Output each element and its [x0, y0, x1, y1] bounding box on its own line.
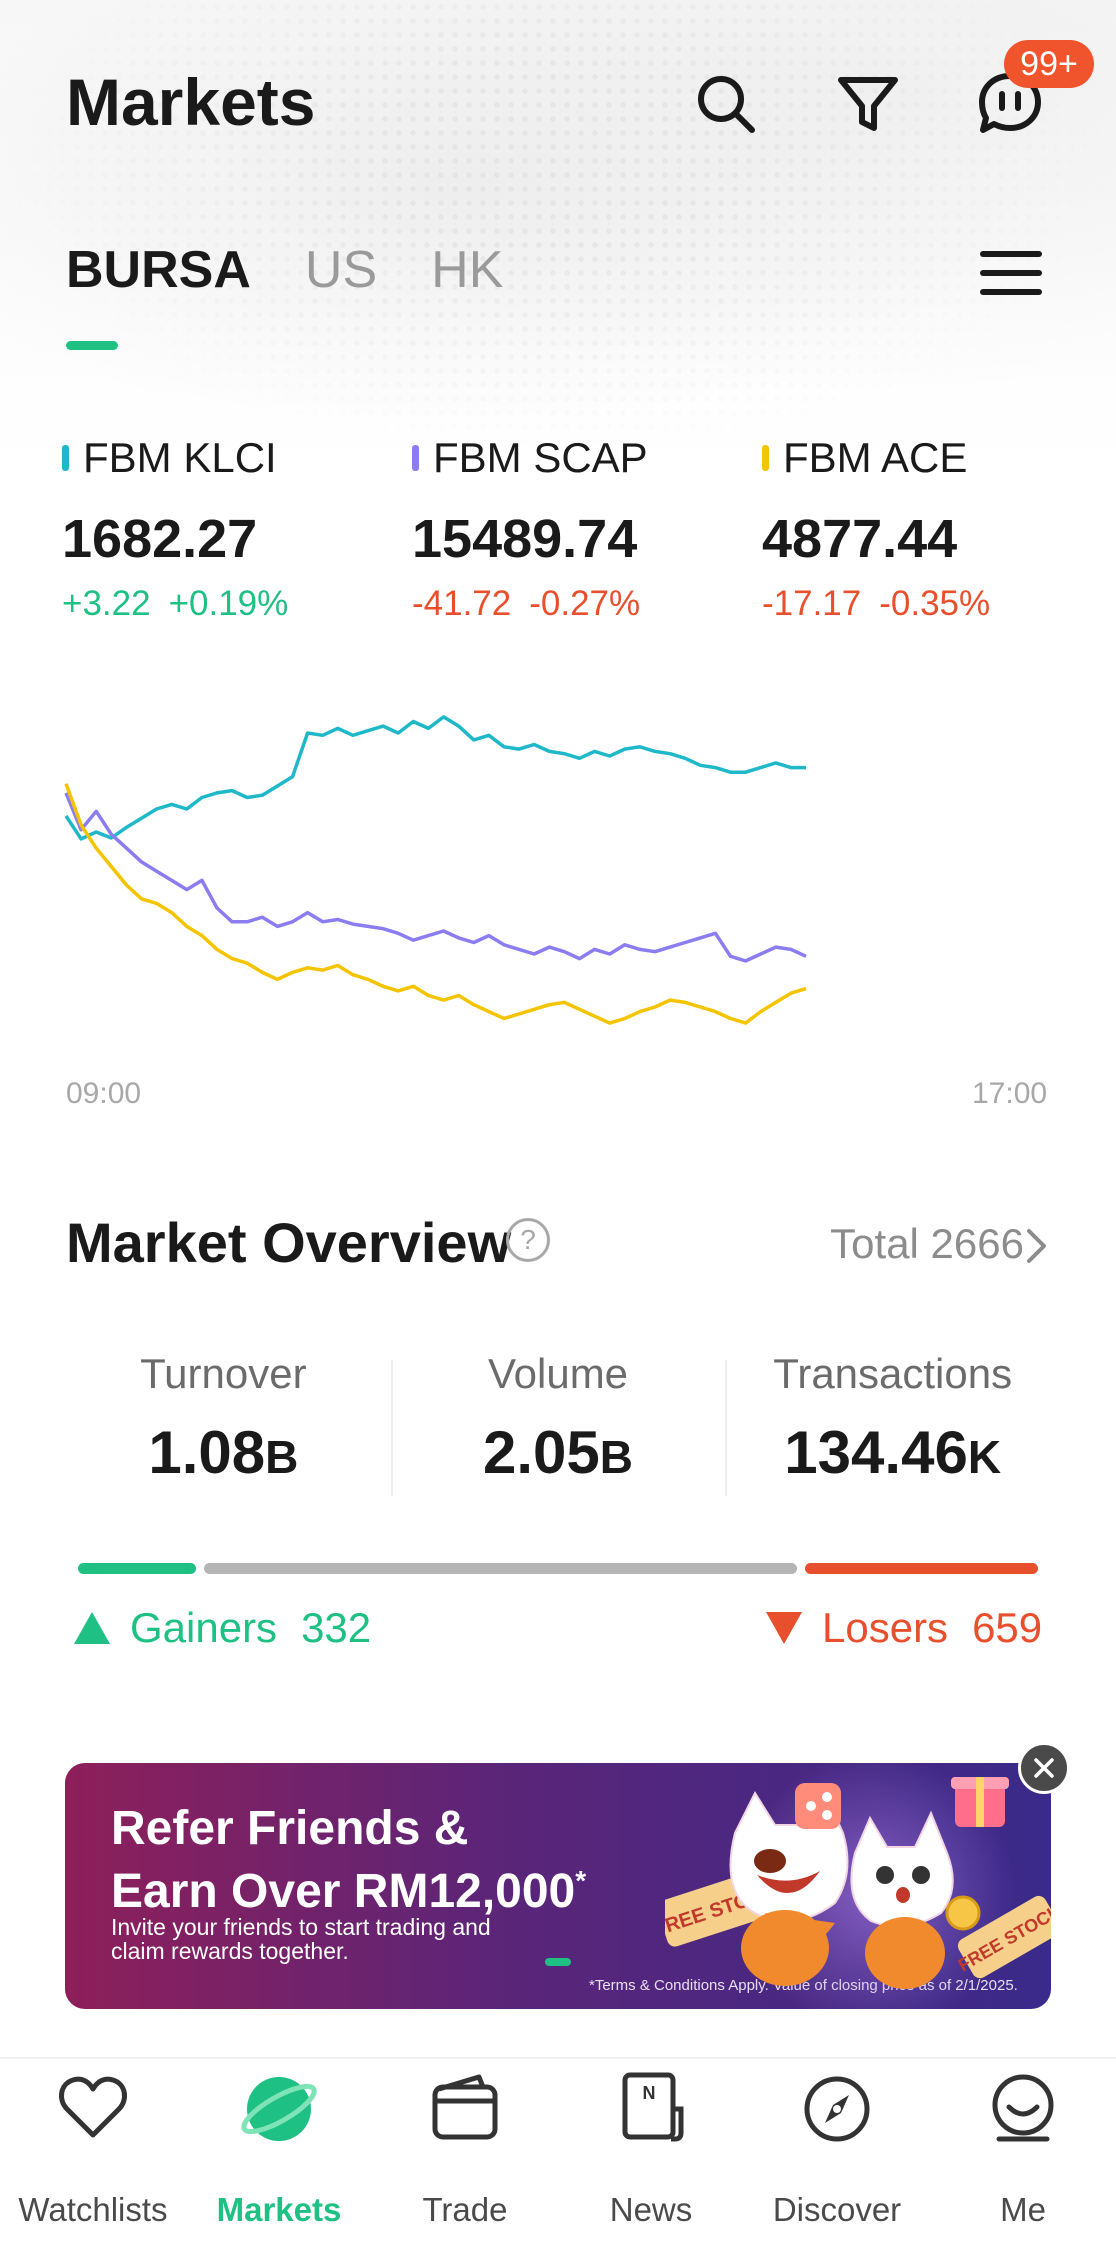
- search-button[interactable]: [688, 66, 764, 142]
- banner-title: Refer Friends & Earn Over RM12,000*: [111, 1802, 587, 1918]
- stat-value: 134.46: [784, 1419, 968, 1486]
- stat-unit: B: [599, 1431, 634, 1483]
- losers-label: Losers: [822, 1604, 949, 1651]
- stat-value: 2.05: [483, 1419, 600, 1486]
- tab-us[interactable]: US: [305, 240, 377, 350]
- active-tab-indicator: [66, 341, 118, 350]
- losers-summary[interactable]: Losers 659: [764, 1604, 1042, 1652]
- index-change: +3.22 +0.19%: [62, 584, 289, 623]
- tab-label: Me: [1000, 2191, 1046, 2228]
- chevron-right-icon[interactable]: [1024, 1226, 1050, 1266]
- index-card-fbm-ace[interactable]: FBM ACE 4877.44 -17.17 -0.35%: [762, 430, 1102, 624]
- intraday-chart[interactable]: [0, 690, 1116, 1110]
- stat-unit: K: [967, 1431, 1002, 1483]
- tab-me[interactable]: Me: [930, 2059, 1116, 2241]
- tab-label: Discover: [772, 2191, 902, 2228]
- total-stocks-link[interactable]: Total 2666: [830, 1220, 1024, 1268]
- market-overview-header: Market Overview ? Total 2666: [66, 1210, 1050, 1280]
- index-value: 1682.27: [62, 509, 258, 569]
- triangle-up-icon: [74, 1612, 110, 1644]
- tab-label: Markets: [216, 2191, 342, 2228]
- series-line-fbm-scap: [64, 792, 807, 963]
- stat-label: Turnover: [140, 1350, 307, 1397]
- stat-volume: Volume 2.05B: [390, 1350, 726, 1510]
- index-card-fbm-klci[interactable]: FBM KLCI 1682.27 +3.22 +0.19%: [62, 430, 402, 624]
- stat-turnover: Turnover 1.08B: [56, 1350, 391, 1510]
- index-card-fbm-scap[interactable]: FBM SCAP 15489.74 -41.72 -0.27%: [412, 430, 752, 624]
- tab-bursa[interactable]: BURSA: [66, 240, 251, 350]
- index-name: FBM ACE: [783, 434, 968, 481]
- bottom-tab-bar: Watchlists Markets Trade N News Discover: [0, 2057, 1116, 2241]
- chart-time-start: 09:00: [66, 1077, 142, 1110]
- page-title: Markets: [66, 65, 316, 139]
- series-color-marker: [62, 445, 69, 471]
- stat-value: 1.08: [148, 1419, 266, 1486]
- triangle-down-icon: [766, 1612, 802, 1644]
- newspaper-icon: N: [622, 2072, 684, 2142]
- heart-icon: [59, 2076, 127, 2138]
- series-line-fbm-ace: [64, 783, 807, 1025]
- index-name: FBM KLCI: [83, 434, 277, 481]
- top-bar: Markets 99+: [0, 0, 1116, 210]
- compass-icon: [804, 2076, 870, 2142]
- filter-button[interactable]: [830, 66, 906, 142]
- unchanged-bar: [203, 1563, 797, 1574]
- planet-icon: [241, 2077, 317, 2141]
- carousel-indicator: [545, 1958, 571, 1966]
- series-color-marker: [762, 445, 769, 471]
- tab-discover[interactable]: Discover: [744, 2059, 930, 2241]
- messages-badge: 99+: [1004, 40, 1094, 88]
- stat-label: Volume: [487, 1350, 629, 1397]
- gainers-bar: [78, 1563, 196, 1574]
- filter-icon: [838, 77, 898, 131]
- mascot-illustration: FREE STOCK FREE STOCK: [665, 1763, 1051, 2009]
- index-change: -17.17 -0.35%: [762, 584, 991, 623]
- banner-close-button[interactable]: [1018, 1742, 1070, 1794]
- wallet-icon: [432, 2074, 498, 2140]
- stat-unit: B: [265, 1431, 299, 1483]
- index-name: FBM SCAP: [433, 434, 648, 481]
- tab-label: News: [609, 2191, 693, 2228]
- index-value: 15489.74: [412, 509, 638, 569]
- stat-transactions: Transactions 134.46K: [725, 1350, 1060, 1510]
- banner-subtitle: Invite your friends to start trading and…: [111, 1914, 491, 1964]
- profile-icon: [992, 2074, 1054, 2142]
- market-overview-title: Market Overview: [66, 1211, 512, 1274]
- tab-news[interactable]: N News: [558, 2059, 744, 2241]
- market-stats: Turnover 1.08B Volume 2.05B Transactions…: [56, 1350, 1060, 1510]
- tab-watchlists[interactable]: Watchlists: [0, 2059, 186, 2241]
- menu-button[interactable]: [978, 246, 1044, 300]
- losers-bar: [804, 1563, 1038, 1574]
- tab-label: Trade: [422, 2191, 508, 2228]
- search-icon: [698, 76, 755, 133]
- tab-markets[interactable]: Markets: [186, 2059, 372, 2241]
- tab-hk[interactable]: HK: [431, 240, 503, 350]
- index-summary: FBM KLCI 1682.27 +3.22 +0.19% FBM SCAP 15…: [0, 430, 1116, 630]
- svg-text:N: N: [643, 2083, 656, 2103]
- referral-banner[interactable]: Refer Friends & Earn Over RM12,000* Invi…: [65, 1763, 1051, 2009]
- tab-trade[interactable]: Trade: [372, 2059, 558, 2241]
- intraday-chart-svg: [64, 715, 807, 1025]
- close-icon: [1034, 1758, 1054, 1778]
- chart-time-end: 17:00: [972, 1077, 1048, 1110]
- index-change: -41.72 -0.27%: [412, 584, 641, 623]
- gainers-summary[interactable]: Gainers 332: [72, 1604, 371, 1652]
- stat-label: Transactions: [773, 1350, 1013, 1397]
- losers-count: 659: [972, 1604, 1043, 1651]
- series-color-marker: [412, 445, 419, 471]
- market-tabs: BURSA US HK: [66, 240, 503, 350]
- help-icon[interactable]: ?: [506, 1218, 550, 1262]
- tab-label: Watchlists: [18, 2191, 168, 2228]
- hamburger-icon: [980, 251, 1042, 295]
- index-value: 4877.44: [762, 509, 958, 569]
- series-line-fbm-klci: [64, 715, 806, 841]
- gainers-label: Gainers: [130, 1604, 278, 1651]
- gainers-count: 332: [301, 1604, 372, 1651]
